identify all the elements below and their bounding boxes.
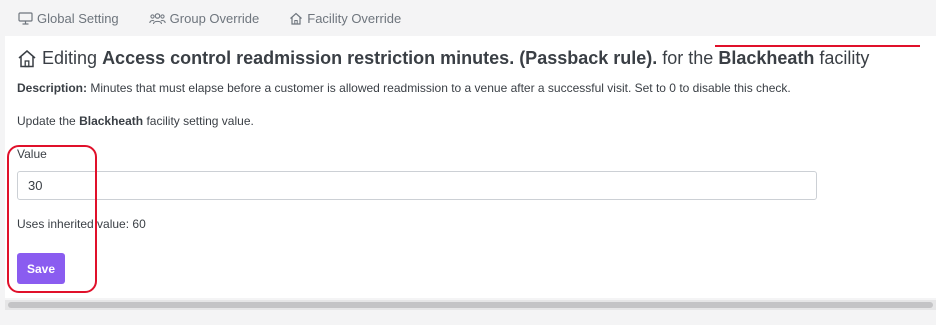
inherited-value-text: Uses inherited value: 60 (17, 217, 146, 231)
description-label: Description: (17, 81, 88, 95)
save-button[interactable]: Save (17, 253, 65, 284)
tab-group-override[interactable]: Group Override (148, 10, 260, 26)
home-icon (290, 12, 303, 25)
tab-bar: Global Setting Group Override Facility O… (0, 0, 936, 36)
scrollbar-thumb[interactable] (8, 302, 933, 308)
description-text: Minutes that must elapse before a custom… (90, 81, 791, 95)
title-middle: for the (662, 48, 714, 68)
title-prefix: Editing (42, 48, 98, 68)
title-suffix: facility (819, 48, 870, 68)
tab-label: Group Override (169, 10, 260, 26)
update-prefix: Update the (17, 114, 76, 128)
value-input[interactable] (17, 171, 817, 200)
tab-label: Facility Override (307, 10, 402, 26)
users-icon (148, 12, 166, 24)
setting-description: Description: Minutes that must elapse be… (17, 81, 791, 95)
tab-label: Global Setting (37, 10, 119, 26)
tab-global-setting[interactable]: Global Setting (18, 11, 119, 26)
home-icon (18, 50, 36, 68)
page-title: Editing Access control readmission restr… (17, 48, 869, 69)
monitor-icon (18, 11, 33, 25)
horizontal-scrollbar[interactable] (5, 300, 936, 310)
annotation-underline (715, 45, 920, 47)
tab-facility-override[interactable]: Facility Override (289, 11, 401, 26)
update-facility: Blackheath (79, 114, 144, 128)
edit-panel: Editing Access control readmission restr… (5, 36, 936, 298)
update-instructions: Update the Blackheath facility setting v… (17, 114, 254, 128)
facility-name: Blackheath (718, 48, 815, 68)
setting-name: Access control readmission restriction m… (102, 48, 658, 68)
value-label: Value (17, 147, 47, 161)
update-suffix: facility setting value. (146, 114, 254, 128)
